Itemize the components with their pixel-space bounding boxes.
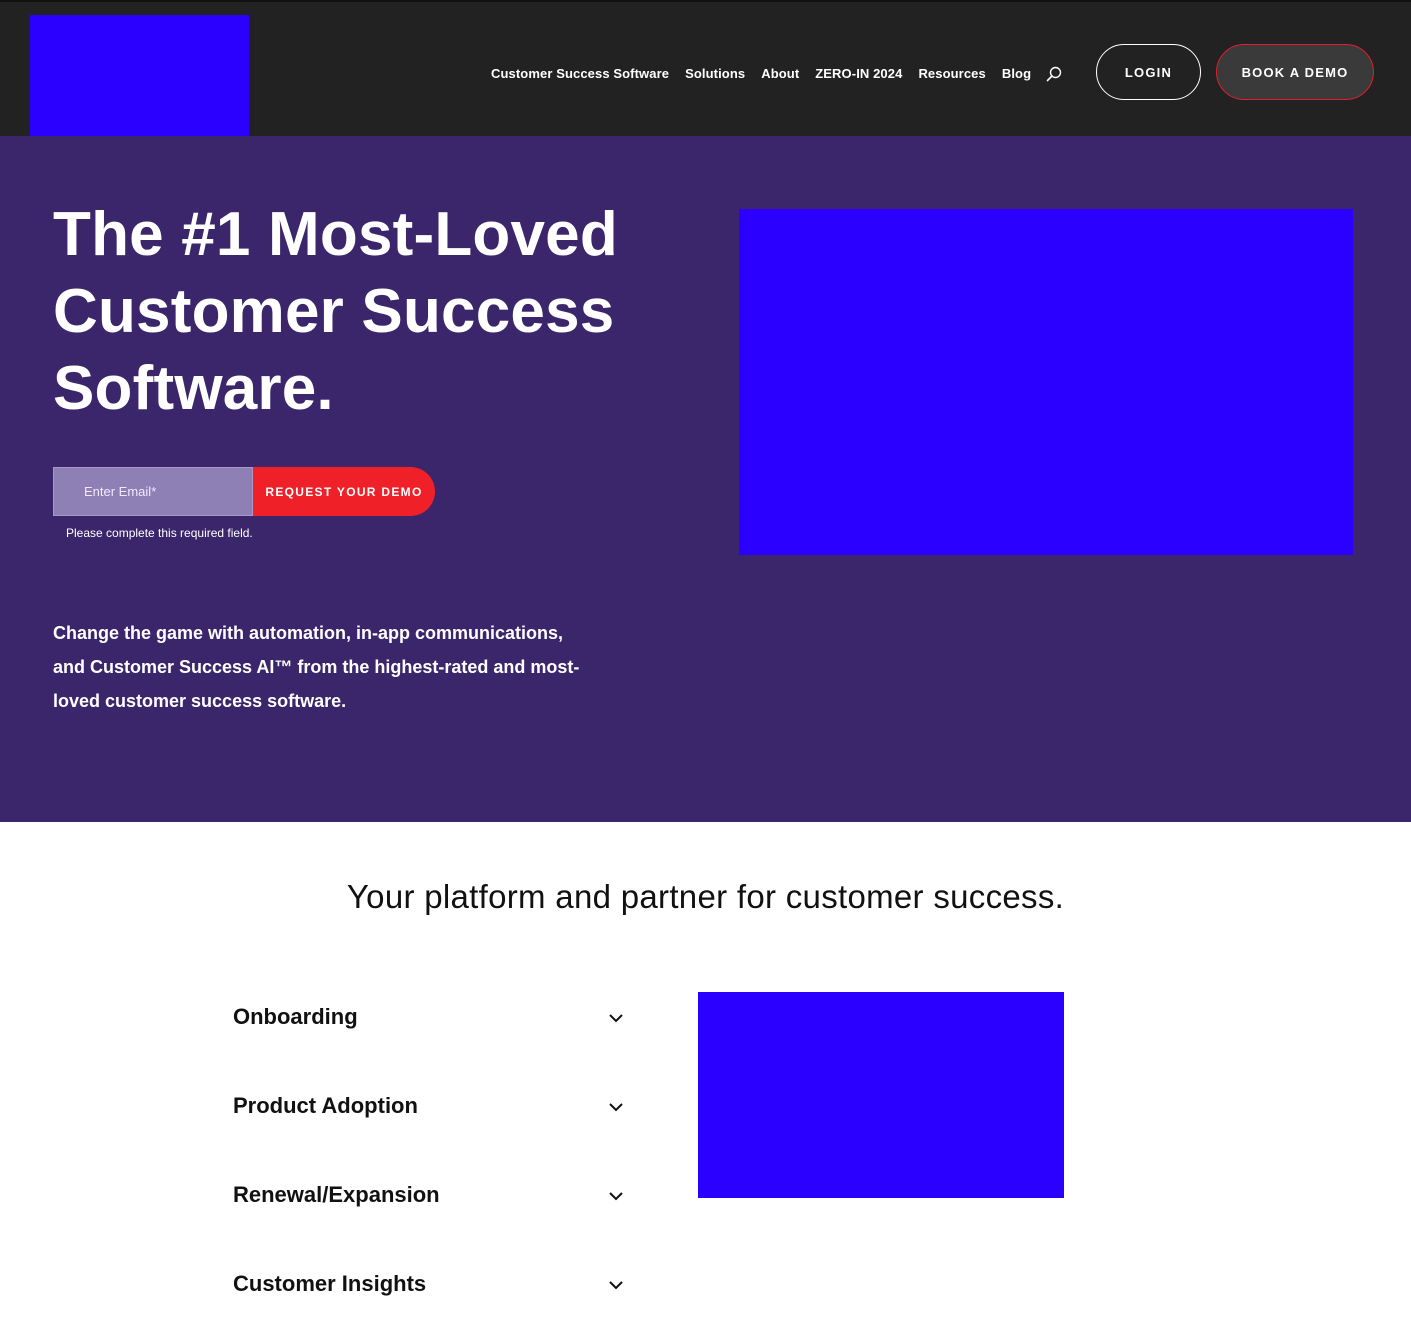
nav-resources[interactable]: Resources	[918, 66, 985, 81]
site-header: Customer Success Software Solutions Abou…	[0, 0, 1411, 138]
request-demo-button[interactable]: REQUEST YOUR DEMO	[253, 467, 435, 516]
accordion-label: Onboarding	[233, 1004, 358, 1029]
email-error-message: Please complete this required field.	[66, 526, 253, 540]
nav-customer-success-software[interactable]: Customer Success Software	[491, 66, 669, 81]
accordion-item-product-adoption[interactable]: Product Adoption	[233, 1089, 628, 1178]
hero-title-line: The #1 Most-Loved	[53, 200, 618, 269]
main-nav: Customer Success Software Solutions Abou…	[491, 66, 1047, 81]
logo[interactable]	[30, 15, 249, 138]
email-input[interactable]	[53, 467, 253, 516]
nav-zero-in-2024[interactable]: ZERO-IN 2024	[815, 66, 902, 81]
chevron-down-icon[interactable]	[608, 1010, 624, 1026]
accordion-item-onboarding[interactable]: Onboarding	[233, 1000, 628, 1089]
platform-media-placeholder	[698, 992, 1064, 1198]
login-button[interactable]: LOGIN	[1096, 44, 1201, 100]
nav-blog[interactable]: Blog	[1002, 66, 1031, 81]
hero-title-line: Customer Success	[53, 277, 615, 346]
accordion-label: Renewal/Expansion	[233, 1182, 440, 1207]
hero-section: The #1 Most-Loved Customer Success Softw…	[0, 136, 1411, 822]
hero-media-placeholder	[739, 209, 1353, 555]
book-demo-button[interactable]: BOOK A DEMO	[1216, 44, 1374, 100]
accordion-item-renewal-expansion[interactable]: Renewal/Expansion	[233, 1178, 628, 1267]
chevron-down-icon[interactable]	[608, 1277, 624, 1293]
hero-subtitle: Change the game with automation, in-app …	[53, 623, 580, 711]
chevron-down-icon[interactable]	[608, 1099, 624, 1115]
accordion-item-customer-insights[interactable]: Customer Insights	[233, 1267, 628, 1320]
accordion-label: Customer Insights	[233, 1271, 427, 1296]
platform-title: Your platform and partner for customer s…	[346, 878, 1065, 915]
demo-form: REQUEST YOUR DEMO	[53, 467, 435, 516]
accordion-label: Product Adoption	[233, 1093, 418, 1118]
search-icon[interactable]	[1046, 66, 1062, 82]
solutions-accordion: Onboarding Product Adoption Renewal/Expa…	[233, 1000, 628, 1320]
hero-title-line: Software.	[53, 354, 334, 423]
nav-solutions[interactable]: Solutions	[685, 66, 745, 81]
chevron-down-icon[interactable]	[608, 1188, 624, 1204]
nav-about[interactable]: About	[761, 66, 799, 81]
hero-title: The #1 Most-Loved Customer Success Softw…	[53, 196, 673, 427]
